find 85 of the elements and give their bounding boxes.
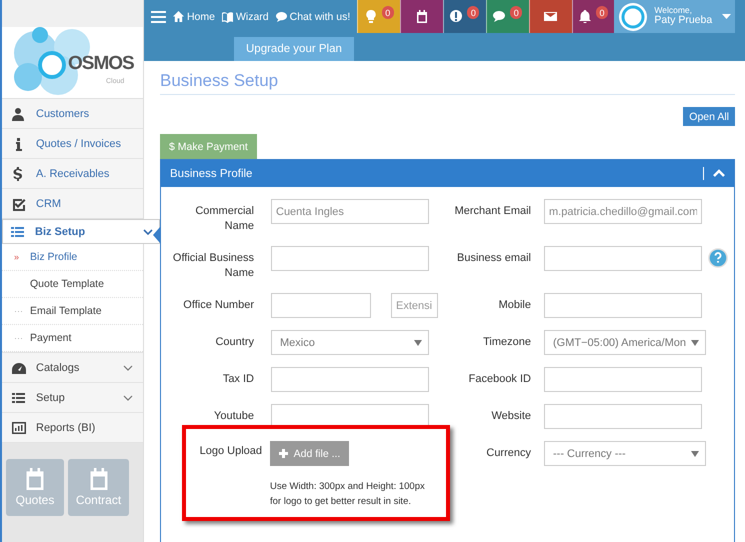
- select-field[interactable]: (GMT−05:00) America/Mon: [544, 330, 706, 355]
- sidebar-item[interactable]: Biz Setup: [2, 219, 160, 244]
- input-field[interactable]: [544, 293, 702, 318]
- avatar-icon: [618, 2, 648, 32]
- field-label: Commercial Name: [194, 204, 254, 234]
- field-label: Office Number: [182, 298, 254, 313]
- field-label: Business email: [456, 251, 531, 266]
- nav-link[interactable]: Wizard: [222, 10, 269, 22]
- open-all-button[interactable]: Open All: [683, 107, 735, 126]
- notification-button[interactable]: 0: [443, 0, 486, 33]
- dropdown-arrow-icon: [691, 450, 699, 456]
- submenu-item[interactable]: » Biz Profile: [2, 244, 143, 271]
- caret-icon: [722, 14, 731, 19]
- notification-button[interactable]: [400, 0, 444, 33]
- calendar-icon: [88, 468, 110, 490]
- field-label: Merchant Email: [454, 204, 531, 219]
- select-field[interactable]: Mexico: [271, 330, 429, 355]
- bar-chart-icon: [12, 420, 26, 434]
- sidebar-item[interactable]: Catalogs: [2, 353, 143, 383]
- count-badge: 0: [596, 6, 608, 19]
- user-name: Paty Prueba: [654, 15, 714, 27]
- input-field[interactable]: [271, 367, 429, 392]
- field-label: Official Business Name: [172, 251, 254, 281]
- person-icon: [12, 106, 26, 120]
- envelope-icon: [544, 10, 558, 23]
- field-label: Facebook ID: [468, 372, 531, 387]
- select-field[interactable]: --- Currency ---: [544, 441, 706, 466]
- sidebar-item[interactable]: Quotes / Invoices: [2, 129, 143, 159]
- count-badge: 0: [467, 6, 480, 19]
- field-label: Country: [214, 335, 254, 350]
- upgrade-tab[interactable]: Upgrade your Plan: [234, 37, 354, 61]
- calendar-icon: [416, 10, 429, 23]
- field-label: Website: [490, 409, 531, 424]
- input-field[interactable]: [271, 293, 371, 318]
- field-label: Currency: [485, 446, 531, 461]
- home-icon: [172, 10, 184, 22]
- count-badge: 0: [382, 6, 394, 19]
- nav-link[interactable]: Chat with us!: [276, 10, 350, 22]
- checkbox-icon: [12, 196, 26, 210]
- user-menu[interactable]: Welcome, Paty Prueba: [614, 0, 735, 33]
- page-title: Business Setup: [160, 71, 735, 95]
- lightbulb-icon: [364, 10, 378, 23]
- nav-link[interactable]: Home: [172, 10, 215, 22]
- add-file-button[interactable]: Add file ...: [270, 441, 349, 466]
- dropdown-arrow-icon: [414, 340, 422, 346]
- gauge-icon: [12, 360, 26, 374]
- submenu-item[interactable]: ··· Email Template: [2, 298, 143, 325]
- calendar-icon: [24, 468, 46, 490]
- field-label: Tax ID: [222, 372, 254, 387]
- notification-button[interactable]: 0: [572, 0, 614, 33]
- notification-button[interactable]: 0: [486, 0, 529, 33]
- hint-text: Use Width: 300px and Height: 100px for logo to get better result in site.: [270, 480, 426, 509]
- chat-bubble-icon: [276, 10, 287, 22]
- help-icon[interactable]: [708, 248, 728, 268]
- input-field[interactable]: Cuenta Ingles: [271, 199, 429, 224]
- input-field[interactable]: [271, 246, 429, 271]
- plus-icon: [278, 449, 288, 458]
- list-icon: [12, 390, 26, 404]
- field-label: Timezone: [482, 335, 531, 350]
- notification-button[interactable]: 0: [357, 0, 400, 33]
- chat-bubble-icon: [493, 10, 506, 23]
- notification-button[interactable]: [528, 0, 572, 33]
- make-payment-button[interactable]: $ Make Payment: [160, 134, 257, 159]
- book-icon: [222, 10, 233, 22]
- input-field[interactable]: [544, 404, 702, 429]
- sidebar-item[interactable]: A. Receivables: [2, 159, 143, 189]
- submenu-item[interactable]: Quote Template: [2, 271, 143, 298]
- field-label: Mobile: [498, 298, 531, 313]
- panel-title: Business Profile: [170, 168, 252, 180]
- sidebar-item[interactable]: Customers: [2, 99, 143, 129]
- list-icon: [11, 224, 25, 238]
- field-label: Logo Upload: [198, 444, 262, 459]
- submenu-item[interactable]: ··· Payment: [2, 325, 143, 352]
- bell-icon: [578, 10, 592, 23]
- sidebar-item[interactable]: Setup: [2, 383, 143, 413]
- exclamation-icon: [450, 10, 464, 23]
- count-badge: 0: [510, 6, 522, 19]
- extension-field[interactable]: Extensi: [391, 293, 438, 318]
- menu-icon[interactable]: [151, 10, 166, 22]
- field-label: Youtube: [213, 409, 254, 424]
- input-field[interactable]: [544, 246, 702, 271]
- input-field[interactable]: [544, 367, 702, 392]
- welcome-text: Welcome,: [654, 6, 692, 16]
- dropdown-arrow-icon: [691, 340, 699, 346]
- logo-wordmark: OSMOS: [68, 54, 134, 74]
